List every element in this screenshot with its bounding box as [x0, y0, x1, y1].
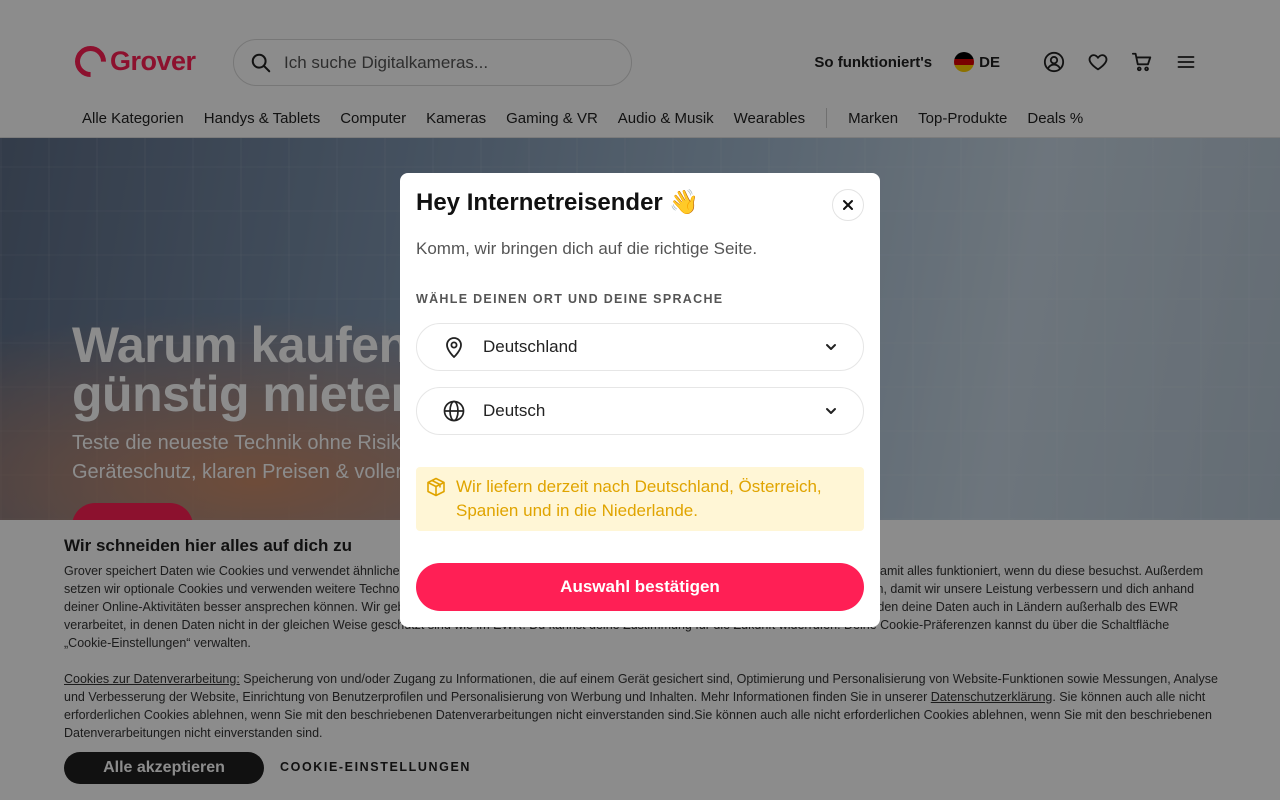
- chevron-down-icon: [826, 408, 836, 414]
- close-icon: [843, 200, 853, 210]
- location-language-label: WÄHLE DEINEN ORT UND DEINE SPRACHE: [416, 292, 724, 306]
- modal-title: Hey Internetreisender 👋: [416, 189, 700, 216]
- location-pin-icon: [443, 336, 465, 358]
- confirm-selection-button[interactable]: Auswahl bestätigen: [416, 563, 864, 611]
- chevron-down-icon: [826, 344, 836, 350]
- delivery-notice-text: Wir liefern derzeit nach Deutschland, Ös…: [456, 477, 822, 520]
- close-button[interactable]: [832, 189, 864, 221]
- language-select[interactable]: Deutsch: [416, 387, 864, 435]
- modal-subtitle: Komm, wir bringen dich auf die richtige …: [416, 239, 758, 258]
- location-language-modal: Hey Internetreisender 👋 Komm, wir bringe…: [400, 173, 880, 627]
- country-value: Deutschland: [483, 337, 578, 356]
- package-icon: [427, 477, 445, 497]
- country-select[interactable]: Deutschland: [416, 323, 864, 371]
- globe-icon: [443, 400, 465, 422]
- delivery-notice: Wir liefern derzeit nach Deutschland, Ös…: [416, 467, 864, 531]
- language-value: Deutsch: [483, 401, 546, 420]
